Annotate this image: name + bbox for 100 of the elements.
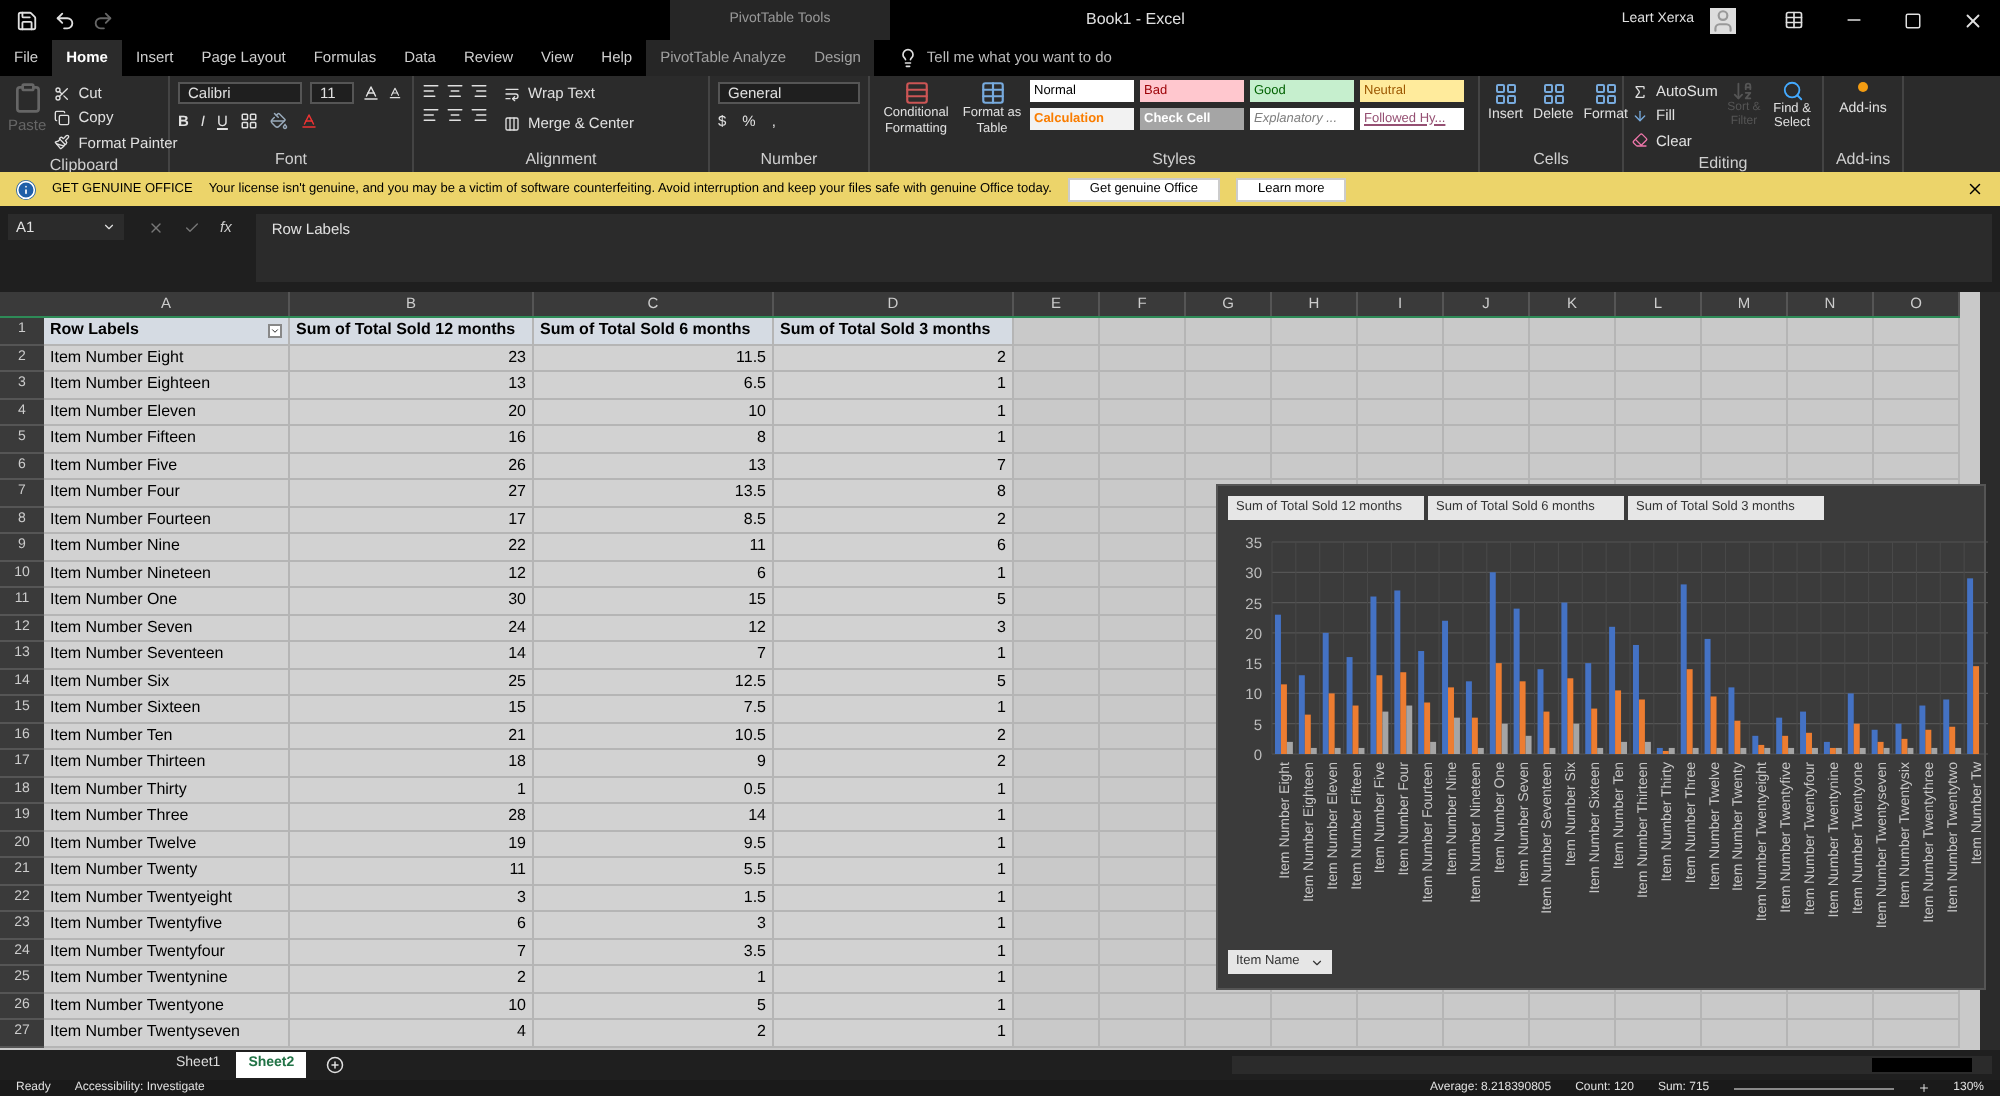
scrollbar-thumb[interactable] [1872,1058,1972,1072]
empty-cell [1530,993,1616,1020]
borders-icon [239,112,258,131]
empty-cell [1616,993,1702,1020]
empty-cell [1788,1020,1874,1047]
table-cell: 20 [290,399,534,426]
table-cell: 10 [290,993,534,1020]
table-cell: 1 [774,372,1014,399]
table-cell: 5 [774,669,1014,696]
table-cell: 23 [290,345,534,372]
close-icon [1966,180,1984,198]
group-label: Add-ins [1835,148,1891,172]
filter-dropdown-icon [268,323,282,338]
table-cell: Item Number Thirteen [44,750,290,777]
table-cell: 1 [534,966,774,993]
table-cell: 11 [534,534,774,561]
table-cell: 21 [290,723,534,750]
empty-cell [1358,1020,1444,1047]
down-arrow-icon [1632,107,1648,124]
empty-cell [1616,318,1702,345]
table-cell: 14 [534,804,774,831]
table-cell: 7 [534,642,774,669]
table-cell: 1 [774,426,1014,453]
undo-icon [54,9,76,31]
chart-panel[interactable] [1216,484,1986,990]
table-cell: 1 [774,1020,1014,1047]
fill-color-icon [269,112,288,131]
close-icon [1962,9,1984,31]
table-cell: 6 [290,912,534,939]
table-cell: Item Number Twenty [44,858,290,885]
table-cell: 9.5 [534,831,774,858]
table-cell: Item Number Thirty [44,777,290,804]
ribbon-display-icon [1784,10,1804,30]
empty-cell [1272,318,1358,345]
empty-cell [1788,993,1874,1020]
align-middle-icon [446,82,464,100]
table-cell: 27 [290,480,534,507]
table-cell: 7 [774,453,1014,480]
scissors-icon [54,85,71,102]
empty-cell [1702,993,1788,1020]
table-cell: 11 [290,858,534,885]
table-cell: 3 [774,615,1014,642]
table-cell: 1 [774,858,1014,885]
table-cell: 1.5 [534,885,774,912]
table-cell: 24 [290,615,534,642]
save-icon [16,9,38,31]
table-cell: 1 [774,966,1014,993]
sigma-icon [1632,83,1648,100]
table-icon [979,80,1005,106]
empty-cell [1358,318,1444,345]
table-cell: 1 [774,399,1014,426]
align-top-icon [422,82,440,100]
table-cell: Item Number Eight [44,345,290,372]
table-cell: 1 [774,777,1014,804]
table-cell: 10 [534,399,774,426]
grow-font-icon [362,84,380,102]
table-cell: 15 [290,696,534,723]
table-cell: 4 [290,1020,534,1047]
table-cell: 10.5 [534,723,774,750]
paintbrush-icon [54,134,71,151]
table-cell: Item Number Twentyeight [44,885,290,912]
table-cell: 8 [774,480,1014,507]
cells-icon [1541,82,1566,106]
table-cell: 8.5 [534,507,774,534]
merge-cells-icon [504,115,520,132]
table-cell: 6.5 [534,372,774,399]
table-cell: 16 [290,426,534,453]
empty-cell [1530,318,1616,345]
cells-icon [1493,82,1518,106]
table-cell: 9 [534,750,774,777]
empty-cell [1874,318,1960,345]
table-cell: 11.5 [534,345,774,372]
empty-cell [1186,318,1272,345]
table-cell: 12.5 [534,669,774,696]
table-cell: 28 [290,804,534,831]
cells-icon [1593,82,1618,106]
table-cell: 7.5 [534,696,774,723]
table-cell: 1 [774,912,1014,939]
table-cell: 12 [290,561,534,588]
dropdown-icon [102,220,116,234]
table-cell: Item Number Five [44,453,290,480]
table-cell: 12 [534,615,774,642]
table-cell: Item Number Nineteen [44,561,290,588]
table-cell: 5 [774,588,1014,615]
lightbulb-icon [898,48,919,68]
align-center-icon [446,106,464,124]
table-cell: 13 [534,453,774,480]
empty-cell [1186,993,1272,1020]
table-cell: 2 [774,507,1014,534]
empty-cell [1100,1020,1186,1047]
table-cell: 25 [290,669,534,696]
group-label: Font [274,148,307,172]
dropdown-icon [1310,955,1324,969]
empty-cell [1788,318,1874,345]
table-cell: 0.5 [534,777,774,804]
table-cell: Item Number Twentyfour [44,939,290,966]
table-cell: 3.5 [534,939,774,966]
table-cell: 2 [774,750,1014,777]
group-label: Cells [1533,148,1569,172]
sort-icon [1732,80,1755,102]
